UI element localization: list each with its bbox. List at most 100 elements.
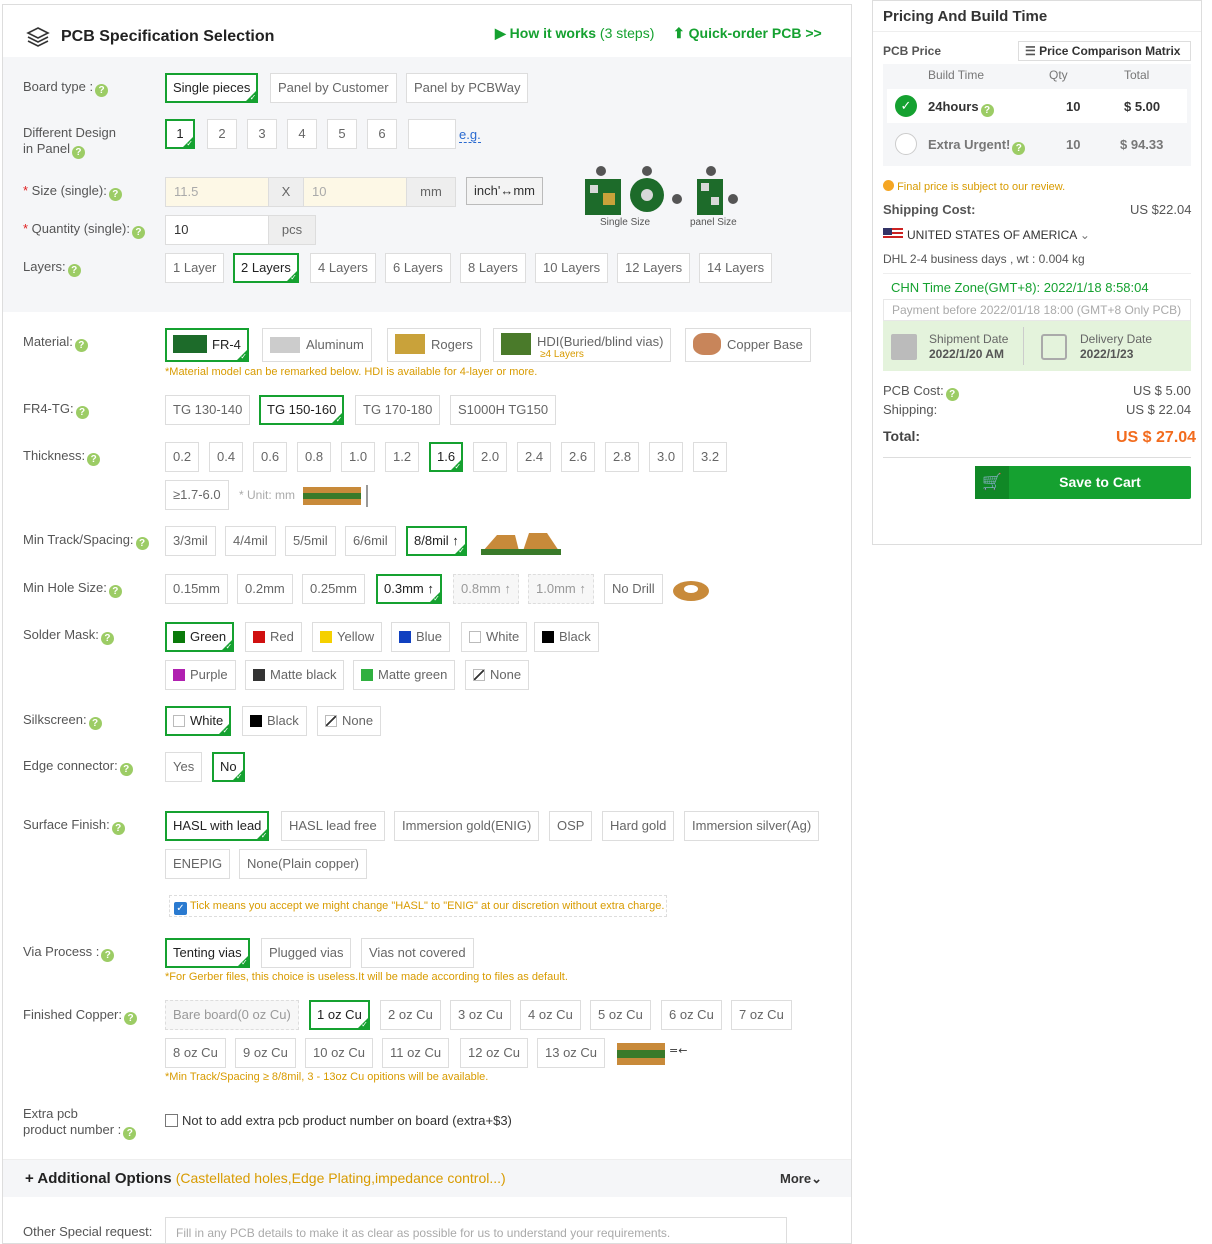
thickness-2-4[interactable]: 2.4 (517, 442, 552, 472)
mask-green[interactable]: Green (165, 622, 235, 653)
copper-10[interactable]: 10 oz Cu (305, 1038, 374, 1068)
tg-130[interactable]: TG 130-140 (165, 395, 251, 425)
thickness-extra[interactable]: ≥1.7-6.0 (165, 480, 229, 510)
copper-3[interactable]: 3 oz Cu (450, 1000, 511, 1030)
hole-015[interactable]: 0.15mm (165, 574, 228, 604)
design-custom-input[interactable] (408, 119, 456, 149)
extra-pcb-checkbox[interactable]: Not to add extra pcb product number on b… (165, 1113, 512, 1128)
quantity-input[interactable]: 10 (165, 215, 269, 245)
hole-03[interactable]: 0.3mm ↑ (376, 574, 442, 605)
track-3[interactable]: 3/3mil (165, 526, 216, 556)
thickness-2-6[interactable]: 2.6 (561, 442, 596, 472)
radio-icon[interactable] (895, 133, 917, 155)
copper-8[interactable]: 8 oz Cu (165, 1038, 226, 1068)
thickness-1-0[interactable]: 1.0 (341, 442, 376, 472)
layer-8[interactable]: 8 Layers (460, 253, 526, 283)
edge-yes[interactable]: Yes (165, 752, 203, 782)
finish-hard-gold[interactable]: Hard gold (602, 811, 675, 841)
design-6[interactable]: 6 (367, 119, 397, 149)
copper-6[interactable]: 6 oz Cu (661, 1000, 722, 1030)
copper-5[interactable]: 5 oz Cu (590, 1000, 651, 1030)
copper-0[interactable]: Bare board(0 oz Cu) (165, 1000, 299, 1030)
layer-2[interactable]: 2 Layers (233, 253, 299, 284)
mask-yellow[interactable]: Yellow (312, 622, 383, 652)
layer-12[interactable]: 12 Layers (617, 253, 691, 283)
eg-link[interactable]: e.g. (459, 127, 481, 143)
finish-enig[interactable]: Immersion gold(ENIG) (394, 811, 540, 841)
thickness-3-0[interactable]: 3.0 (649, 442, 684, 472)
material-copper-base[interactable]: Copper Base (685, 328, 811, 362)
mask-red[interactable]: Red (245, 622, 302, 652)
quick-order-link[interactable]: ⬆ Quick-order PCB >> (673, 25, 822, 42)
copper-9[interactable]: 9 oz Cu (235, 1038, 296, 1068)
layer-1[interactable]: 1 Layer (165, 253, 225, 283)
thickness-3-2[interactable]: 3.2 (693, 442, 728, 472)
finish-osp[interactable]: OSP (549, 811, 593, 841)
size-x-input[interactable]: 11.5 (165, 177, 269, 207)
thickness-1-6[interactable]: 1.6 (429, 442, 464, 473)
country-select[interactable]: UNITED STATES OF AMERICA ⌄ (883, 228, 1090, 242)
checkbox-checked-icon[interactable]: ✓ (174, 902, 187, 915)
edge-no[interactable]: No (212, 752, 245, 783)
layer-4[interactable]: 4 Layers (310, 253, 376, 283)
thickness-0-8[interactable]: 0.8 (297, 442, 332, 472)
tg-170[interactable]: TG 170-180 (355, 395, 441, 425)
via-tenting[interactable]: Tenting vias (165, 938, 250, 969)
thickness-0-6[interactable]: 0.6 (253, 442, 288, 472)
mask-blue[interactable]: Blue (391, 622, 451, 652)
track-4[interactable]: 4/4mil (225, 526, 276, 556)
mask-black[interactable]: Black (534, 622, 599, 652)
radio-selected-icon[interactable]: ✓ (895, 95, 917, 117)
design-1[interactable]: 1 (165, 119, 195, 150)
how-it-works-link[interactable]: ▶ How it works (3 steps) (495, 25, 654, 42)
copper-1[interactable]: 1 oz Cu (309, 1000, 370, 1031)
thickness-1-2[interactable]: 1.2 (385, 442, 420, 472)
track-6[interactable]: 6/6mil (345, 526, 396, 556)
design-4[interactable]: 4 (287, 119, 317, 149)
silk-white[interactable]: White (165, 706, 232, 737)
material-hdi[interactable]: HDI(Buried/blind vias) ≥4 Layers (493, 328, 672, 362)
layer-14[interactable]: 14 Layers (699, 253, 773, 283)
hole-025[interactable]: 0.25mm (302, 574, 365, 604)
finish-silver[interactable]: Immersion silver(Ag) (684, 811, 820, 841)
hole-08[interactable]: 0.8mm ↑ (453, 574, 519, 604)
board-type-panel-pcbway[interactable]: Panel by PCBWay (406, 73, 529, 103)
track-5[interactable]: 5/5mil (285, 526, 336, 556)
silk-none[interactable]: None (317, 706, 382, 736)
copper-11[interactable]: 11 oz Cu (382, 1038, 450, 1068)
track-8[interactable]: 8/8mil ↑ (406, 526, 467, 557)
thickness-2-8[interactable]: 2.8 (605, 442, 640, 472)
copper-4[interactable]: 4 oz Cu (520, 1000, 581, 1030)
design-5[interactable]: 5 (327, 119, 357, 149)
copper-13[interactable]: 13 oz Cu (537, 1038, 606, 1068)
tg-150[interactable]: TG 150-160 (259, 395, 345, 426)
tg-s1000h[interactable]: S1000H TG150 (450, 395, 557, 425)
hole-02[interactable]: 0.2mm (237, 574, 293, 604)
hole-no-drill[interactable]: No Drill (604, 574, 663, 604)
additional-options-bar[interactable]: + Additional Options (Castellated holes,… (3, 1159, 851, 1197)
unit-convert-button[interactable]: inch'↔mm (466, 177, 543, 205)
thickness-2-0[interactable]: 2.0 (473, 442, 508, 472)
material-rogers[interactable]: Rogers (387, 328, 481, 362)
special-request-input[interactable]: Fill in any PCB details to make it as cl… (165, 1217, 787, 1243)
finish-hasl-lead[interactable]: HASL with lead (165, 811, 270, 842)
copper-2[interactable]: 2 oz Cu (380, 1000, 441, 1030)
mask-none[interactable]: None (465, 660, 530, 690)
silk-black[interactable]: Black (242, 706, 307, 736)
price-matrix-button[interactable]: ☰ Price Comparison Matrix (1018, 41, 1191, 61)
more-toggle[interactable]: More⌄ (780, 1171, 822, 1187)
mask-white[interactable]: White (461, 622, 528, 652)
design-2[interactable]: 2 (207, 119, 237, 149)
save-to-cart-button[interactable]: 🛒 Save to Cart (975, 466, 1191, 499)
layer-6[interactable]: 6 Layers (385, 253, 451, 283)
size-y-input[interactable]: 10 (303, 177, 407, 207)
hole-10[interactable]: 1.0mm ↑ (528, 574, 594, 604)
mask-matte-black[interactable]: Matte black (245, 660, 345, 690)
via-not-covered[interactable]: Vias not covered (361, 938, 474, 968)
mask-matte-green[interactable]: Matte green (353, 660, 456, 690)
thickness-0-4[interactable]: 0.4 (209, 442, 244, 472)
material-fr4[interactable]: FR-4 (165, 328, 249, 363)
finish-none[interactable]: None(Plain copper) (239, 849, 368, 879)
design-3[interactable]: 3 (247, 119, 277, 149)
board-type-single[interactable]: Single pieces (165, 73, 259, 104)
